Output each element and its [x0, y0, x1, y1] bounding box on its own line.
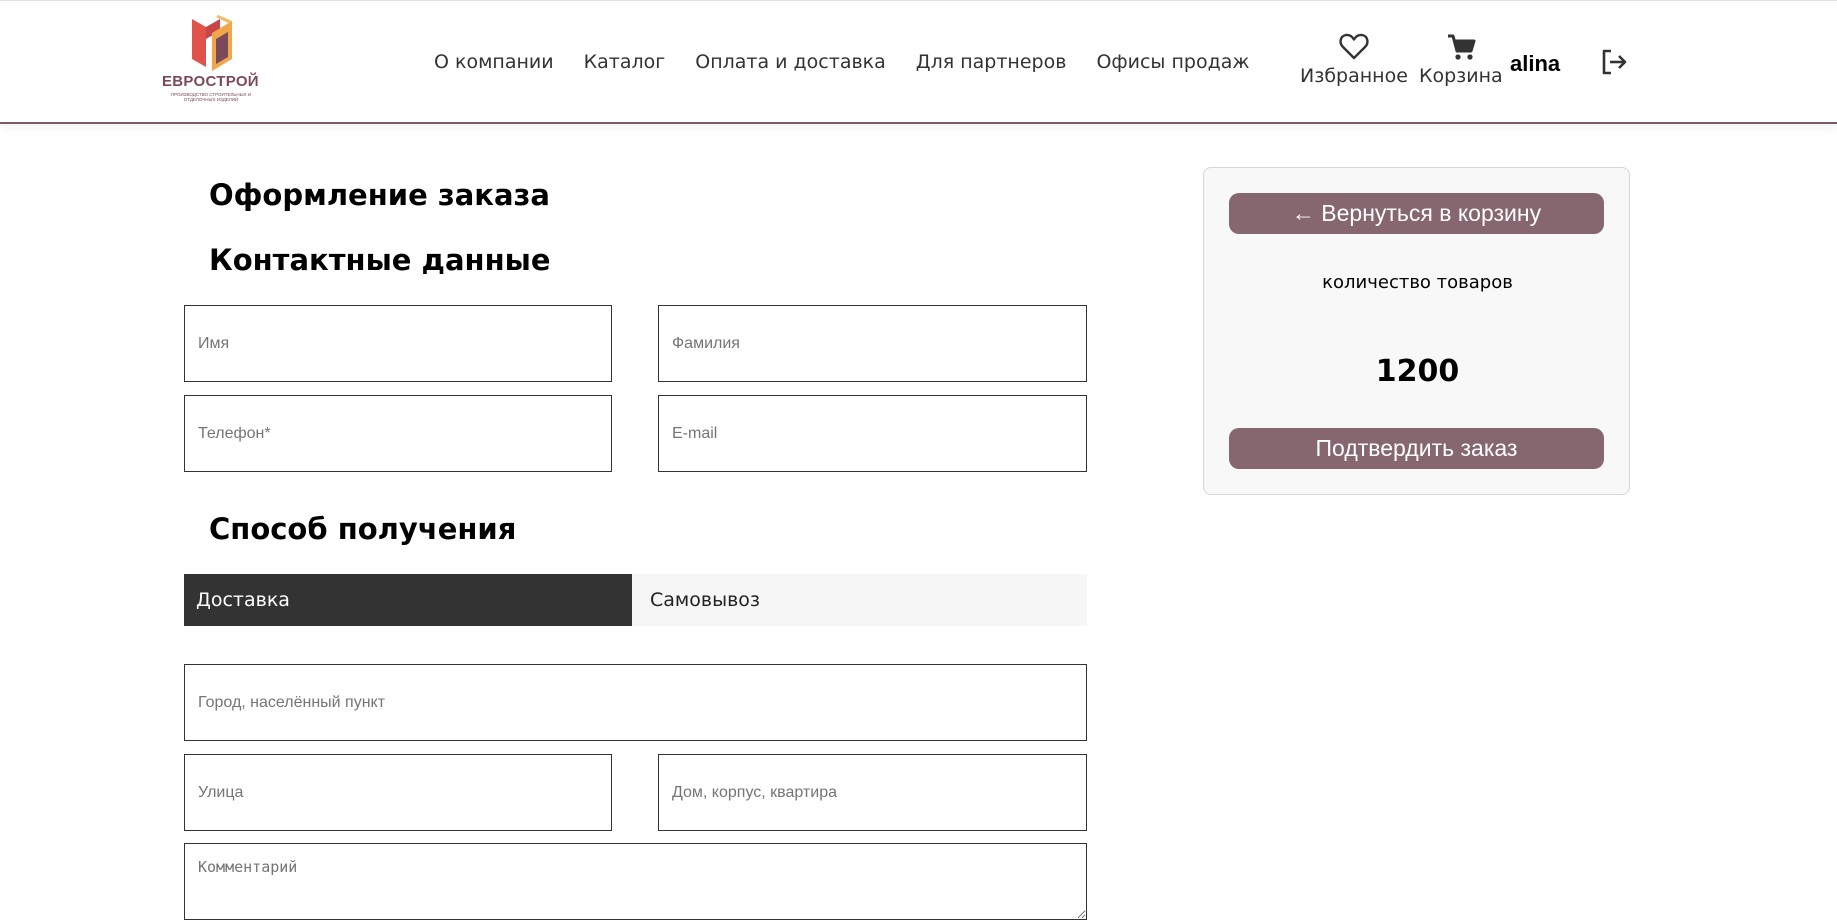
last-name-input[interactable] [658, 305, 1087, 382]
items-count-value: 1200 [1375, 354, 1460, 389]
nav-item-about[interactable]: О компании [434, 51, 554, 79]
tab-pickup[interactable]: Самовывоз [632, 574, 1087, 626]
contact-section-title: Контактные данные [209, 243, 551, 277]
tab-delivery[interactable]: Доставка [184, 574, 632, 626]
logo-brand: ЕВРОСТРОЙ [162, 73, 259, 90]
delivery-section-title: Способ получения [209, 512, 517, 546]
favorites-label: Избранное [1300, 65, 1408, 87]
site-header: ЕВРОСТРОЙ ПРОИЗВОДСТВО СТРОИТЕЛЬНЫХ И ОТ… [0, 0, 1837, 124]
logout-button[interactable] [1600, 48, 1628, 80]
city-input[interactable] [184, 664, 1087, 741]
confirm-order-button[interactable]: Подтвердить заказ [1229, 428, 1604, 469]
phone-input[interactable] [184, 395, 612, 472]
main-nav: О компании Каталог Оплата и доставка Для… [434, 51, 1249, 79]
street-input[interactable] [184, 754, 612, 831]
logo-tagline: ПРОИЗВОДСТВО СТРОИТЕЛЬНЫХ И ОТДЕЛОЧНЫХ И… [170, 92, 252, 102]
nav-item-payment-delivery[interactable]: Оплата и доставка [695, 51, 886, 79]
items-count-label: количество товаров [1322, 272, 1513, 293]
nav-item-partners[interactable]: Для партнеров [916, 51, 1067, 79]
email-input[interactable] [658, 395, 1087, 472]
house-input[interactable] [658, 754, 1087, 831]
cart-link[interactable]: Корзина [1419, 31, 1503, 87]
order-summary-card: ← Вернуться в корзину количество товаров… [1203, 167, 1630, 495]
username[interactable]: alina [1510, 51, 1560, 77]
logo-mark-icon [192, 15, 232, 71]
cart-label: Корзина [1419, 65, 1503, 87]
favorites-link[interactable]: Избранное [1300, 31, 1408, 87]
back-to-cart-button[interactable]: ← Вернуться в корзину [1229, 193, 1604, 234]
cart-icon [1447, 34, 1476, 60]
nav-item-offices[interactable]: Офисы продаж [1096, 51, 1249, 79]
page-title: Оформление заказа [209, 178, 550, 212]
nav-item-catalog[interactable]: Каталог [584, 51, 666, 79]
logout-icon [1602, 49, 1627, 75]
logo[interactable]: ЕВРОСТРОЙ ПРОИЗВОДСТВО СТРОИТЕЛЬНЫХ И ОТ… [162, 13, 262, 107]
comment-textarea[interactable] [184, 843, 1087, 920]
first-name-input[interactable] [184, 305, 612, 382]
delivery-method-tabs: Доставка Самовывоз [184, 574, 1087, 626]
heart-icon [1339, 33, 1369, 60]
